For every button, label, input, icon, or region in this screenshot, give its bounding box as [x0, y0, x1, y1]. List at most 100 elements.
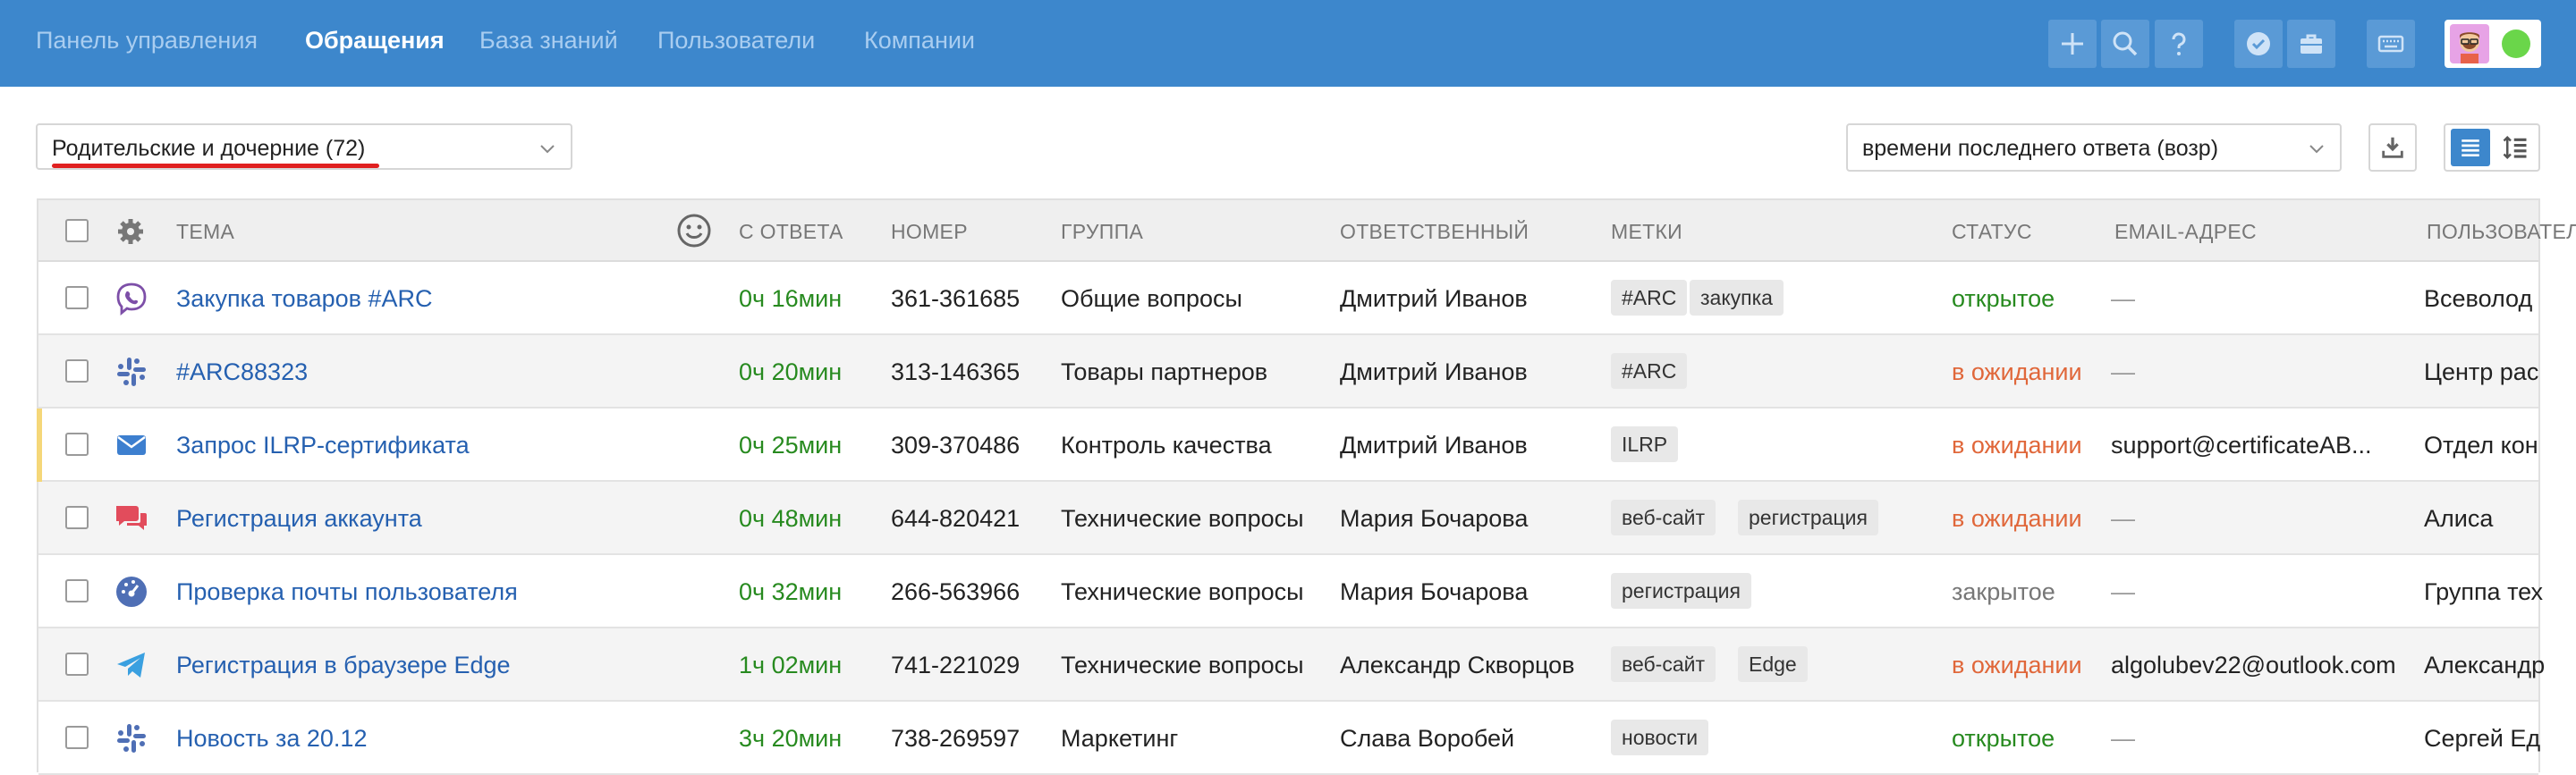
sort-select[interactable]: времени последнего ответа (возр): [1846, 123, 2342, 172]
compact-view-button[interactable]: [2496, 129, 2535, 166]
ticket-tag[interactable]: #ARC: [1611, 280, 1688, 316]
ticket-email: —: [2111, 285, 2135, 312]
ticket-number: 644-820421: [891, 505, 1021, 532]
time-since-reply: 0ч 20мин: [739, 358, 843, 385]
status-badge: в ожидании: [1952, 432, 2082, 459]
ticket-user[interactable]: Группа тех: [2424, 578, 2543, 606]
column-email[interactable]: EMAIL-АДРЕС: [2114, 220, 2257, 244]
nav-companies[interactable]: Компании: [864, 27, 975, 55]
ticket-tag[interactable]: веб-сайт: [1611, 500, 1716, 535]
row-checkbox[interactable]: [65, 433, 89, 456]
row-checkbox[interactable]: [65, 579, 89, 602]
view-filter-select[interactable]: Родительские и дочерние (72): [36, 123, 572, 170]
nav-tickets[interactable]: Обращения: [305, 27, 445, 55]
ticket-group: Технические вопросы: [1061, 578, 1304, 605]
ticket-email: —: [2111, 725, 2135, 752]
ticket-assignee: Мария Бочарова: [1340, 578, 1529, 605]
column-tags[interactable]: МЕТКИ: [1611, 220, 1682, 244]
ticket-number: 741-221029: [891, 652, 1021, 678]
ticket-user[interactable]: Александр: [2424, 652, 2545, 679]
ticket-user[interactable]: Сергей Ед: [2424, 725, 2540, 753]
user-menu[interactable]: [2445, 20, 2541, 68]
ticket-tag[interactable]: #ARC: [1611, 353, 1688, 389]
row-checkbox[interactable]: [65, 726, 89, 749]
ticket-number: 309-370486: [891, 432, 1021, 459]
ticket-subject-link[interactable]: #ARC88323: [176, 358, 308, 386]
column-status[interactable]: СТАТУС: [1952, 220, 2032, 244]
ticket-tag[interactable]: регистрация: [1738, 500, 1878, 535]
ticket-user[interactable]: Алиса: [2424, 505, 2493, 533]
keyboard-shortcuts-button[interactable]: [2367, 20, 2415, 68]
ticket-email: —: [2111, 358, 2135, 385]
ticket-tag[interactable]: регистрация: [1611, 573, 1751, 609]
table-row[interactable]: Регистрация аккаунта 0ч 48мин 644-820421 Те…: [38, 482, 2538, 555]
table-row[interactable]: Закупка товаров #ARC 0ч 16мин 361-361685 Об…: [38, 262, 2538, 335]
sort-lines-icon: [2503, 135, 2527, 160]
ticket-assignee: Мария Бочарова: [1340, 505, 1529, 532]
table-row[interactable]: Новость за 20.12 3ч 20мин 738-269597 Маркет…: [38, 702, 2540, 775]
row-checkbox[interactable]: [65, 653, 89, 676]
list-view-button[interactable]: [2451, 129, 2490, 166]
help-icon: [2172, 32, 2186, 55]
column-subject[interactable]: ТЕМА: [176, 220, 234, 244]
ticket-subject-link[interactable]: Запрос ILRP-сертификата: [176, 432, 470, 459]
status-badge: открытое: [1952, 285, 2055, 312]
chevron-down-icon: [2309, 145, 2324, 154]
ticket-tag[interactable]: веб-сайт: [1611, 646, 1716, 682]
ticket-subject-link[interactable]: Новость за 20.12: [176, 725, 367, 753]
viber-icon: [114, 281, 149, 316]
smiley-icon[interactable]: [676, 213, 712, 249]
add-button[interactable]: [2048, 20, 2097, 68]
dashboard-icon: [114, 574, 149, 610]
column-assignee[interactable]: ОТВЕТСТВЕННЫЙ: [1340, 220, 1529, 244]
online-status-indicator: [2502, 29, 2530, 58]
column-since-reply[interactable]: С ОТВЕТА: [739, 220, 843, 244]
time-since-reply: 0ч 25мин: [739, 432, 843, 459]
select-all-checkbox[interactable]: [65, 219, 89, 242]
row-checkbox[interactable]: [65, 359, 89, 383]
table-row[interactable]: #ARC88323 0ч 20мин 313-146365 Товары партне…: [38, 335, 2538, 409]
ticket-tag[interactable]: Edge: [1738, 646, 1808, 682]
row-checkbox[interactable]: [65, 506, 89, 529]
view-mode-toggle: [2444, 123, 2540, 172]
view-filter-value: Родительские и дочерние (72): [52, 136, 366, 161]
ticket-subject-link[interactable]: Закупка товаров #ARC: [176, 285, 433, 313]
email-icon: [114, 427, 149, 463]
table-row[interactable]: Проверка почты пользователя 0ч 32мин 266-5…: [38, 555, 2543, 628]
gear-icon[interactable]: [117, 218, 144, 245]
ticket-group: Технические вопросы: [1061, 505, 1304, 532]
search-button[interactable]: [2101, 20, 2149, 68]
status-badge: в ожидании: [1952, 505, 2082, 532]
ticket-user[interactable]: Центр рас: [2424, 358, 2538, 386]
ticket-assignee: Дмитрий Иванов: [1340, 432, 1528, 459]
search-icon: [2113, 31, 2138, 56]
slack-icon: [114, 354, 149, 390]
time-since-reply: 3ч 20мин: [739, 725, 843, 752]
time-since-reply: 1ч 02мин: [739, 652, 843, 678]
row-checkbox[interactable]: [65, 286, 89, 309]
ticket-tag[interactable]: новости: [1611, 720, 1709, 755]
ticket-number: 361-361685: [891, 285, 1021, 312]
export-button[interactable]: [2368, 123, 2417, 172]
approvals-button[interactable]: [2234, 20, 2283, 68]
column-number[interactable]: НОМЕР: [891, 220, 968, 244]
ticket-tag[interactable]: ILRP: [1611, 426, 1679, 462]
nav-dashboard[interactable]: Панель управления: [36, 27, 258, 55]
nav-users[interactable]: Пользователи: [657, 27, 815, 55]
ticket-user[interactable]: Всеволод: [2424, 285, 2532, 313]
table-row[interactable]: Регистрация в браузере Edge 1ч 02мин 741-2…: [38, 628, 2545, 702]
ticket-user[interactable]: Отдел кон: [2424, 432, 2538, 459]
portfolio-button[interactable]: [2287, 20, 2335, 68]
ticket-tag[interactable]: закупка: [1690, 280, 1784, 316]
ticket-subject-link[interactable]: Регистрация аккаунта: [176, 505, 422, 533]
help-button[interactable]: [2155, 20, 2203, 68]
ticket-number: 738-269597: [891, 725, 1021, 752]
ticket-subject-link[interactable]: Регистрация в браузере Edge: [176, 652, 511, 679]
nav-knowledge-base[interactable]: База знаний: [479, 27, 618, 55]
status-badge: закрытое: [1952, 578, 2055, 605]
table-row[interactable]: Запрос ILRP-сертификата 0ч 25мин 309-37048…: [37, 409, 2538, 482]
ticket-subject-link[interactable]: Проверка почты пользователя: [176, 578, 518, 606]
column-group[interactable]: ГРУППА: [1061, 220, 1143, 244]
column-user[interactable]: ПОЛЬЗОВАТЕЛЬ: [2427, 220, 2576, 244]
status-badge: открытое: [1952, 725, 2055, 752]
